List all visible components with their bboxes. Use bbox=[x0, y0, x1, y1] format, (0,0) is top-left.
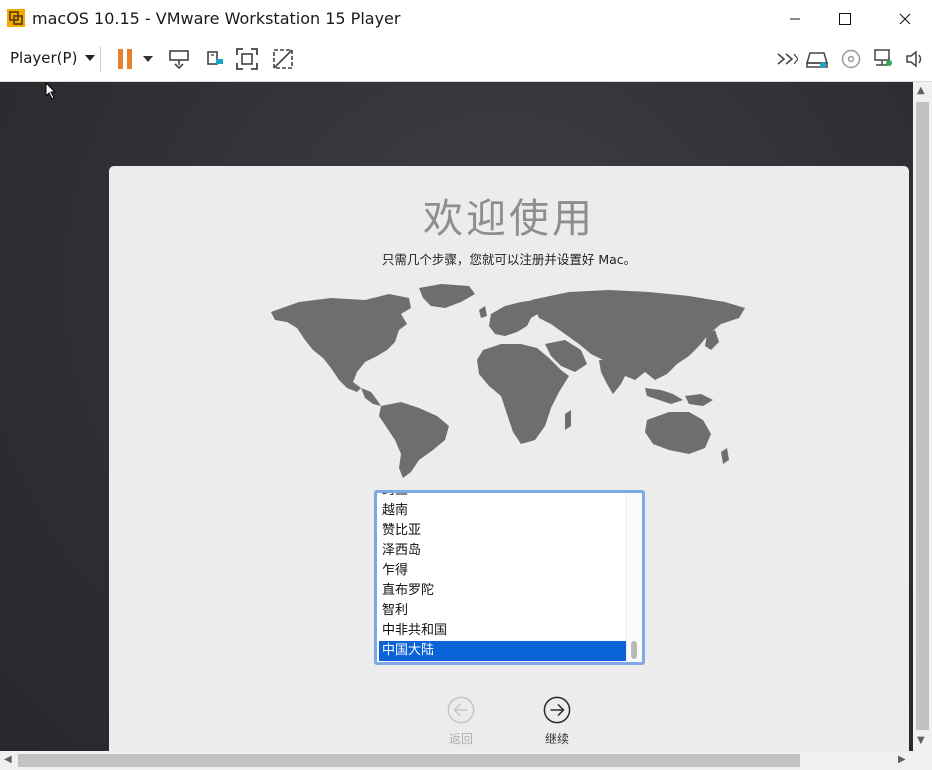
double-chevron-right-icon bbox=[777, 53, 798, 65]
scroll-down-icon[interactable]: ▼ bbox=[917, 736, 925, 746]
window-titlebar: macOS 10.15 - VMware Workstation 15 Play… bbox=[0, 0, 932, 38]
country-list-item[interactable]: 泽西岛 bbox=[379, 541, 627, 561]
vmware-app-icon bbox=[7, 9, 25, 27]
country-list-scroll-thumb[interactable] bbox=[631, 641, 637, 659]
window-title: macOS 10.15 - VMware Workstation 15 Play… bbox=[32, 9, 401, 28]
minimize-button[interactable] bbox=[772, 0, 818, 38]
country-list-viewport[interactable]: 约旦越南赞比亚泽西岛乍得直布罗陀智利中非共和国中国大陆 bbox=[377, 493, 627, 662]
close-icon bbox=[899, 13, 911, 25]
speaker-icon bbox=[906, 50, 922, 68]
scroll-right-icon[interactable]: ▶ bbox=[898, 755, 906, 765]
pause-button[interactable] bbox=[112, 46, 138, 72]
unity-icon bbox=[273, 49, 293, 69]
scroll-left-icon[interactable]: ◀ bbox=[4, 755, 12, 765]
country-list[interactable]: 约旦越南赞比亚泽西岛乍得直布罗陀智利中非共和国中国大陆 bbox=[374, 490, 645, 665]
power-options-dropdown[interactable] bbox=[138, 46, 158, 72]
cd-dvd-status[interactable] bbox=[838, 46, 864, 72]
usb-device-icon bbox=[207, 51, 223, 65]
fullscreen-icon bbox=[236, 48, 258, 70]
country-list-item[interactable]: 中国大陆 bbox=[379, 641, 627, 661]
forward-arrow-icon bbox=[543, 696, 571, 724]
country-list-item[interactable]: 赞比亚 bbox=[379, 521, 627, 541]
chevron-down-icon bbox=[85, 55, 96, 61]
country-list-item[interactable]: 直布罗陀 bbox=[379, 581, 627, 601]
hard-disk-status[interactable] bbox=[804, 46, 830, 72]
send-ctrl-alt-del-button[interactable] bbox=[166, 46, 192, 72]
continue-label: 继续 bbox=[544, 732, 569, 746]
maximize-button[interactable] bbox=[822, 0, 868, 38]
maximize-icon bbox=[839, 13, 851, 25]
hard-disk-icon bbox=[805, 52, 829, 68]
welcome-subtitle: 只需几个步骤，您就可以注册并设置好 Mac。 bbox=[381, 252, 637, 267]
player-menu-label: Player(P) bbox=[10, 49, 78, 67]
network-icon bbox=[874, 49, 892, 66]
scroll-up-icon[interactable]: ▲ bbox=[917, 86, 925, 96]
setup-assistant-panel: 欢迎使用 只需几个步骤，您就可以注册并设置好 Mac。 越南 赞比亚 泽西岛 乍… bbox=[109, 166, 909, 751]
sound-card-status[interactable] bbox=[902, 46, 928, 72]
vm-display[interactable]: 欢迎使用 只需几个步骤，您就可以注册并设置好 Mac。 越南 赞比亚 泽西岛 乍… bbox=[0, 82, 913, 751]
back-arrow-icon bbox=[447, 696, 475, 724]
back-label: 返回 bbox=[448, 732, 473, 746]
vertical-scrollbar[interactable]: ▲ ▼ bbox=[913, 82, 932, 751]
country-list-scrollbar[interactable] bbox=[626, 493, 642, 662]
removable-devices-button[interactable] bbox=[202, 46, 228, 72]
ctrl-alt-del-icon bbox=[169, 50, 189, 70]
country-list-item[interactable]: 约旦 bbox=[379, 493, 627, 501]
network-adapter-status[interactable] bbox=[870, 46, 896, 72]
country-list-item[interactable]: 乍得 bbox=[379, 561, 627, 581]
welcome-title: 欢迎使用 bbox=[423, 196, 595, 242]
minimize-icon bbox=[790, 18, 800, 20]
unity-button[interactable] bbox=[270, 46, 296, 72]
continue-button[interactable]: 继续 bbox=[527, 696, 587, 747]
full-screen-button[interactable] bbox=[234, 46, 260, 72]
pause-icon bbox=[118, 49, 132, 69]
horizontal-scrollbar[interactable]: ◀ ▶ bbox=[0, 751, 932, 770]
chevron-down-icon bbox=[143, 56, 153, 62]
close-button[interactable] bbox=[882, 0, 928, 38]
mouse-pointer-icon bbox=[45, 82, 57, 100]
vertical-scroll-thumb[interactable] bbox=[916, 102, 929, 730]
country-list-item[interactable]: 中非共和国 bbox=[379, 621, 627, 641]
world-map-image bbox=[271, 284, 745, 478]
country-list-item[interactable]: 越南 bbox=[379, 501, 627, 521]
cd-icon bbox=[841, 49, 861, 69]
back-button[interactable]: 返回 bbox=[431, 696, 491, 747]
horizontal-scroll-thumb[interactable] bbox=[18, 754, 800, 767]
more-devices-button[interactable] bbox=[774, 46, 800, 72]
player-menu-button[interactable]: Player(P) bbox=[10, 49, 96, 67]
toolbar-divider bbox=[100, 46, 101, 72]
player-toolbar: Player(P) bbox=[0, 38, 932, 82]
country-list-item[interactable]: 智利 bbox=[379, 601, 627, 621]
